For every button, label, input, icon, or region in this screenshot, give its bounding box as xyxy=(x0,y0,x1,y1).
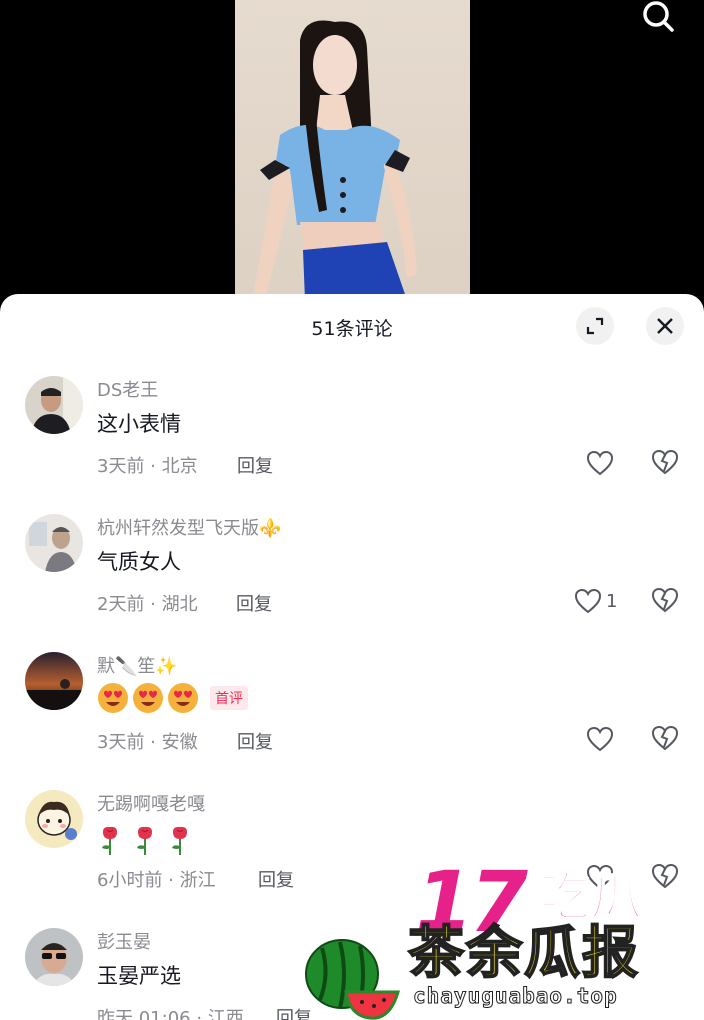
like-count: 1 xyxy=(606,590,618,612)
comment-username[interactable]: DS老王 xyxy=(97,376,158,402)
avatar[interactable] xyxy=(25,652,83,710)
like-button[interactable] xyxy=(586,449,618,477)
broken-heart-icon xyxy=(651,449,679,475)
like-button[interactable]: 1 xyxy=(574,587,617,615)
close-button[interactable] xyxy=(646,307,684,345)
avatar[interactable] xyxy=(25,928,83,986)
dislike-button[interactable] xyxy=(651,449,679,477)
comment-text: 气质女人 xyxy=(97,550,181,574)
expand-button[interactable] xyxy=(576,307,614,345)
heart-icon xyxy=(586,726,614,752)
comment-item: 无踢啊嘎老嘎 6小时前 · 浙江 回复 xyxy=(0,790,704,928)
comment-text: 这小表情 xyxy=(97,412,181,436)
reply-button[interactable]: 回复 xyxy=(258,866,294,892)
emoji-row xyxy=(97,824,202,856)
emoji-row: 首评 xyxy=(97,682,248,714)
rose-icon xyxy=(172,826,187,855)
reply-button[interactable]: 回复 xyxy=(237,452,273,478)
comment-item: DS老王 这小表情 3天前 · 北京 回复 xyxy=(0,376,704,514)
reply-button[interactable]: 回复 xyxy=(276,1004,312,1020)
rose-icon xyxy=(137,826,152,855)
dislike-button[interactable] xyxy=(651,863,679,891)
reply-button[interactable]: 回复 xyxy=(236,590,272,616)
comment-text: 玉晏严选 xyxy=(97,964,181,988)
comment-username[interactable]: 默🔪笙✨ xyxy=(97,652,178,678)
comment-username[interactable]: 无踢啊嘎老嘎 xyxy=(97,790,205,816)
heart-icon xyxy=(586,450,614,476)
broken-heart-icon xyxy=(651,587,679,613)
video-frame xyxy=(235,0,470,300)
avatar[interactable] xyxy=(25,790,83,848)
like-button[interactable] xyxy=(586,725,618,753)
heart-eyes-emoji-icon xyxy=(133,683,163,713)
like-button[interactable] xyxy=(586,863,618,891)
comments-panel: 51条评论 DS老王 这小表情 3天前 · 北京 回复 杭州轩然发型飞天版⚜️ … xyxy=(0,294,704,1020)
broken-heart-icon xyxy=(651,863,679,889)
comment-meta: 昨天 01:06 · 江西 xyxy=(97,1008,244,1020)
comment-meta: 3天前 · 安徽 xyxy=(97,732,198,753)
rose-icon xyxy=(102,826,117,855)
heart-eyes-emoji-icon xyxy=(98,683,128,713)
search-icon xyxy=(643,1,674,32)
broken-heart-icon xyxy=(651,725,679,751)
heart-eyes-emoji-icon xyxy=(168,683,198,713)
close-icon xyxy=(657,318,673,334)
comment-item: 默🔪笙✨ 首评 3天前 · 安徽 回复 xyxy=(0,652,704,790)
search-button[interactable] xyxy=(638,0,682,34)
heart-icon xyxy=(586,864,614,890)
comment-username[interactable]: 彭玉晏 xyxy=(97,928,151,954)
comment-meta: 3天前 · 北京 xyxy=(97,456,198,477)
avatar[interactable] xyxy=(25,514,83,572)
avatar[interactable] xyxy=(25,376,83,434)
comment-item: 彭玉晏 玉晏严选 昨天 01:06 · 江西 回复 xyxy=(0,928,704,1020)
reply-button[interactable]: 回复 xyxy=(237,728,273,754)
comment-meta: 2天前 · 湖北 xyxy=(97,594,198,615)
first-comment-badge: 首评 xyxy=(210,686,248,710)
comment-item: 杭州轩然发型飞天版⚜️ 气质女人 2天前 · 湖北 回复 1 xyxy=(0,514,704,652)
dislike-button[interactable] xyxy=(651,587,679,615)
expand-icon xyxy=(586,317,604,335)
video-player[interactable] xyxy=(0,0,704,300)
heart-icon xyxy=(574,588,602,614)
dislike-button[interactable] xyxy=(651,725,679,753)
comment-meta: 6小时前 · 浙江 xyxy=(97,870,216,891)
comment-username[interactable]: 杭州轩然发型飞天版⚜️ xyxy=(97,514,281,540)
